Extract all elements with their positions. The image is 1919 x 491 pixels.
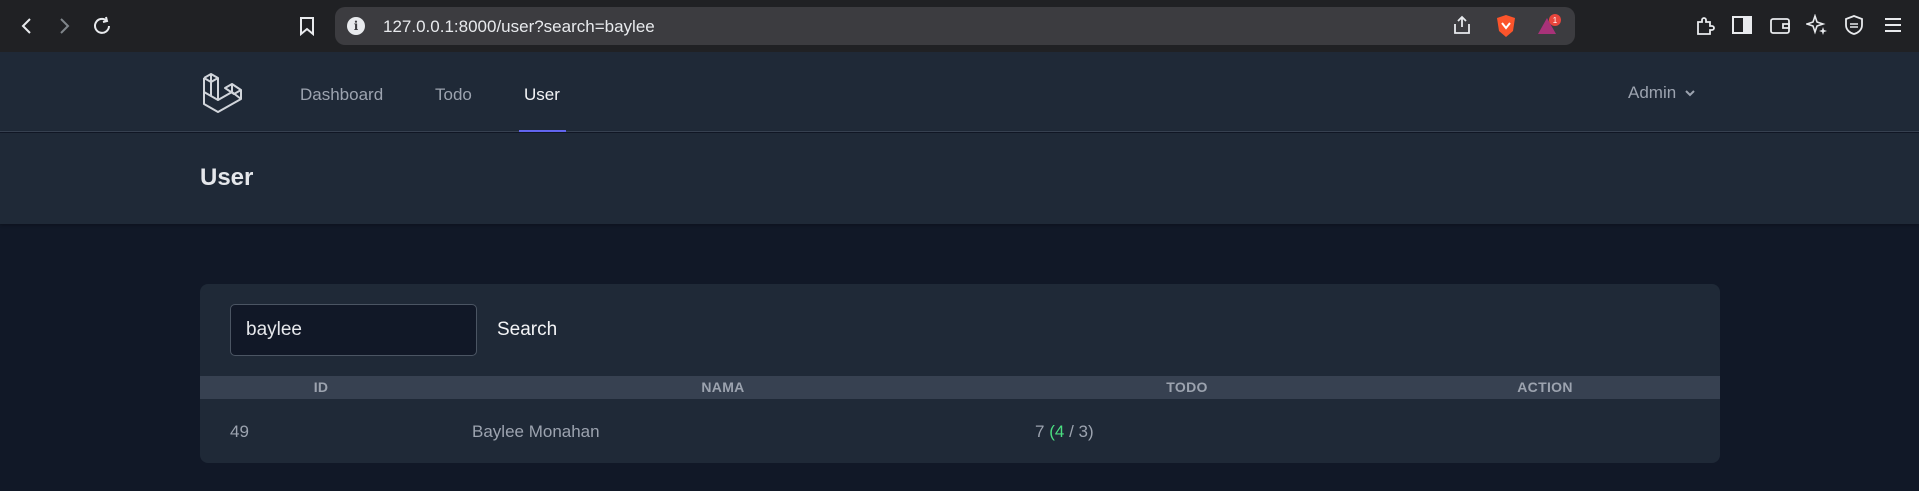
app-navbar: Dashboard Todo User Admin	[0, 52, 1919, 132]
user-card: Search ID NAMA TODO ACTION 49 Baylee Mon…	[200, 284, 1720, 463]
user-menu[interactable]: Admin	[1628, 83, 1696, 103]
laravel-logo-icon[interactable]	[200, 70, 246, 116]
page-title: User	[200, 164, 254, 191]
search-button[interactable]: Search	[497, 319, 557, 341]
column-header-id: ID	[313, 379, 329, 395]
user-menu-label: Admin	[1628, 83, 1677, 102]
chevron-down-icon	[1685, 90, 1695, 97]
column-header-todo: TODO	[1166, 379, 1208, 395]
bookmark-icon[interactable]	[295, 14, 319, 38]
reload-icon[interactable]	[90, 14, 114, 38]
browser-toolbar: i 127.0.0.1:8000/user?search=baylee 1	[0, 0, 1919, 52]
todo-done: 4	[1054, 422, 1065, 441]
wallet-icon[interactable]	[1769, 14, 1793, 38]
brave-rewards-icon[interactable]: 1	[1536, 14, 1561, 38]
leo-ai-icon[interactable]	[1804, 13, 1830, 38]
vpn-icon[interactable]	[1843, 14, 1867, 38]
forward-icon[interactable]	[52, 14, 76, 38]
svg-text:1: 1	[1553, 16, 1558, 25]
site-info-icon[interactable]: i	[347, 17, 365, 35]
url-text: 127.0.0.1:8000/user?search=baylee	[383, 17, 655, 36]
sidebar-icon[interactable]	[1731, 14, 1755, 38]
column-header-action: ACTION	[1517, 379, 1573, 395]
cell-todo: 7 (4 / 3)	[1035, 422, 1094, 441]
nav-link-todo[interactable]: Todo	[435, 85, 472, 105]
page-header: User	[0, 133, 1919, 224]
table-header: ID NAMA TODO ACTION	[200, 376, 1720, 399]
cell-nama: Baylee Monahan	[472, 422, 600, 441]
back-icon[interactable]	[15, 14, 39, 38]
nav-link-user[interactable]: User	[524, 85, 560, 105]
todo-pending: 3	[1078, 422, 1088, 441]
column-header-nama: NAMA	[701, 379, 745, 395]
brave-shields-icon[interactable]	[1495, 14, 1519, 38]
table-row	[200, 399, 1720, 463]
extensions-icon[interactable]	[1693, 14, 1717, 38]
active-tab-indicator	[519, 130, 566, 132]
address-bar[interactable]: i 127.0.0.1:8000/user?search=baylee 1	[335, 7, 1575, 45]
search-input[interactable]	[230, 304, 477, 356]
nav-link-dashboard[interactable]: Dashboard	[300, 85, 383, 105]
menu-icon[interactable]	[1882, 14, 1906, 38]
share-icon[interactable]	[1451, 14, 1475, 38]
cell-id: 49	[230, 422, 249, 441]
todo-total: 7	[1035, 422, 1045, 441]
